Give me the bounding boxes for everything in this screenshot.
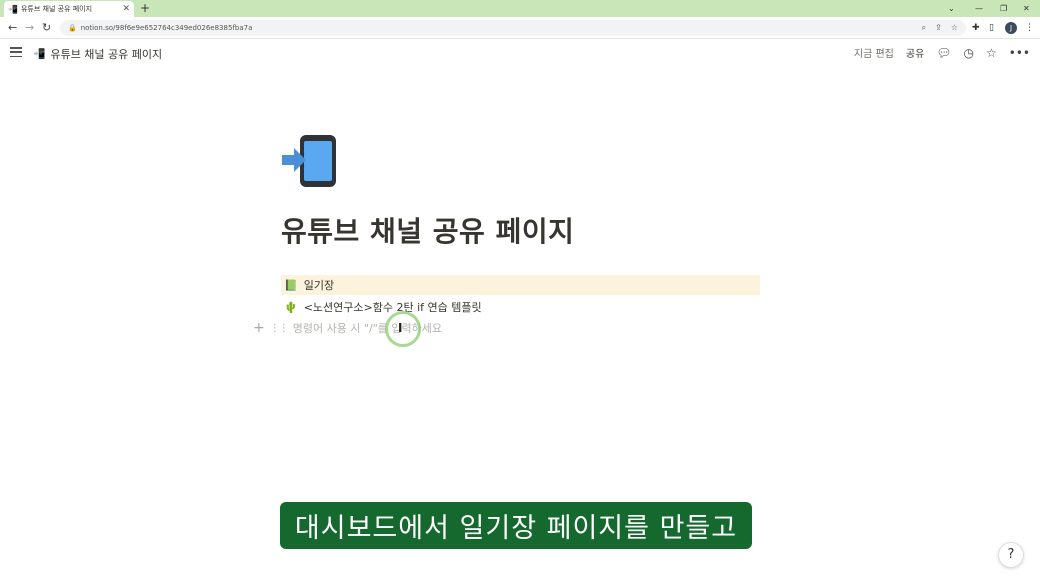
phone-arrow-icon: 📲 [33,48,46,60]
more-options-icon[interactable]: ••• [1009,46,1030,60]
side-panel-icon[interactable]: ▯ [989,20,994,36]
cactus-icon: 🌵 [284,300,298,314]
page-link-diary[interactable]: 📗 일기장 [281,275,760,295]
phone-arrow-icon: 📲 [8,4,18,14]
profile-avatar[interactable]: J [1005,22,1017,34]
close-window-icon[interactable]: ✕ [1023,0,1030,17]
help-button[interactable]: ? [998,542,1024,568]
share-page-icon[interactable]: ⇪ [935,23,942,33]
address-bar[interactable]: 🔒 notion.so/98f6e9e652764c349ed026e8385f… [60,20,966,36]
browser-menu-icon[interactable]: ⋮ [1025,20,1034,36]
reload-icon[interactable]: ↻ [42,20,51,36]
browser-tab-bar: 📲 유튜브 채널 공유 페이지 ✕ + ⌄ — ❐ ✕ [0,0,1040,17]
browser-toolbar: ← → ↻ 🔒 notion.so/98f6e9e652764c349ed026… [0,17,1040,39]
add-block-icon[interactable]: + [253,320,265,336]
phone-arrow-icon[interactable] [282,133,338,189]
notion-topbar: 📲 유튜브 채널 공유 페이지 지금 편집 공유 💬︎ ◷ ☆ ••• [0,40,1040,68]
restore-icon[interactable]: ❐ [1000,0,1007,17]
breadcrumb-title: 유튜브 채널 공유 페이지 [50,48,163,61]
click-indicator [385,311,421,347]
drag-handle-icon[interactable]: ⋮⋮ [270,323,289,334]
edited-status: 지금 편집 [853,49,894,60]
chevron-down-icon[interactable]: ⌄ [948,0,955,17]
url-text: notion.so/98f6e9e652764c349ed026e8385fba… [80,24,253,32]
share-button[interactable]: 공유 [906,45,924,60]
history-icon[interactable]: ◷ [964,46,974,60]
favorite-star-icon[interactable]: ☆ [986,46,997,60]
page-title[interactable]: 유튜브 채널 공유 페이지 [281,210,574,250]
page-link-template[interactable]: 🌵 <노션연구소>함수 2탄 if 연습 템플릿 [281,298,760,316]
page-link-label: 일기장 [303,279,335,292]
bookmark-star-icon[interactable]: ☆ [951,23,958,33]
minimize-icon[interactable]: — [975,0,983,17]
new-tab-button[interactable]: + [140,1,150,16]
browser-tab[interactable]: 📲 유튜브 채널 공유 페이지 ✕ [4,1,134,17]
page-link-label: <노션연구소>함수 2탄 if 연습 템플릿 [303,301,482,314]
lock-icon: 🔒 [68,24,77,32]
comment-icon[interactable]: 💬︎ [936,46,951,60]
back-icon[interactable]: ← [8,20,17,36]
video-subtitle: 대시보드에서 일기장 페이지를 만들고 [280,502,752,549]
extensions-icon[interactable]: ✚ [972,20,980,36]
forward-icon[interactable]: → [25,20,34,36]
text-cursor-icon: I [398,321,403,335]
menu-icon[interactable] [10,47,22,57]
close-tab-icon[interactable]: ✕ [122,4,130,14]
green-book-icon: 📗 [284,278,298,292]
tab-title: 유튜브 채널 공유 페이지 [20,5,93,13]
zoom-icon[interactable]: ⌕ [922,23,926,33]
breadcrumb[interactable]: 📲 유튜브 채널 공유 페이지 [33,46,162,62]
